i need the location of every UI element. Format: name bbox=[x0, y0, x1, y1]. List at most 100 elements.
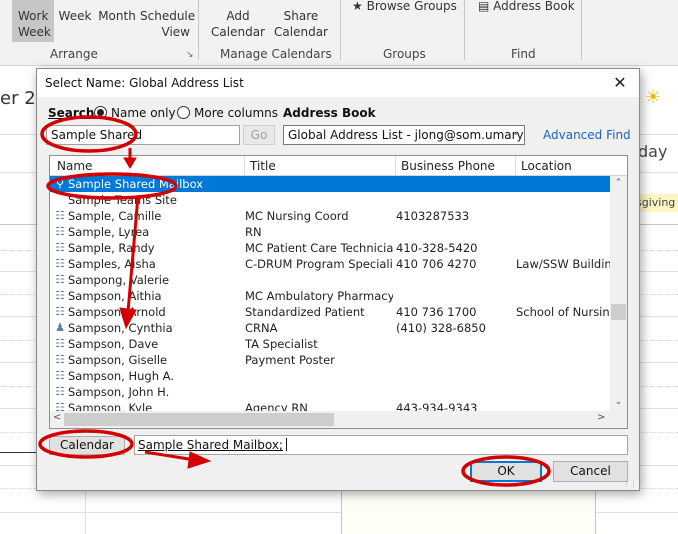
contact-group-icon: ☷ bbox=[55, 369, 65, 382]
cell-phone: (410) 328-6850 bbox=[396, 321, 486, 335]
list-item[interactable]: ☷ Sample, Randy MC Patient Care Technician… bbox=[50, 240, 610, 256]
radio-more-columns-label[interactable]: More columns bbox=[194, 106, 278, 120]
recipient-input[interactable]: Sample Shared Mailbox; bbox=[134, 435, 628, 455]
group-label-find: Find bbox=[511, 47, 536, 61]
go-button[interactable]: Go bbox=[243, 125, 275, 145]
scroll-up-icon[interactable]: ⌃ bbox=[610, 178, 627, 192]
column-header-location[interactable]: Location bbox=[521, 159, 572, 173]
week-label: Week bbox=[58, 9, 92, 23]
contact-group-icon: ☷ bbox=[55, 305, 65, 318]
add-calendar-button[interactable]: Add Calendar bbox=[206, 8, 270, 40]
address-book-select-value: Global Address List - jlong@som.umarylan bbox=[288, 128, 525, 142]
column-separator[interactable] bbox=[395, 156, 396, 175]
list-item[interactable]: ☷ Sampson, Arnold Standardized Patient 410 … bbox=[50, 304, 611, 320]
scroll-down-icon[interactable]: ⌄ bbox=[610, 397, 627, 411]
list-item[interactable]: ☷ Sampson, Hugh A. bbox=[50, 368, 610, 384]
cell-phone: 410-328-5420 bbox=[396, 241, 478, 255]
cell-name: Sampson, Hugh A. bbox=[68, 369, 174, 383]
list-item[interactable]: ☷ Sampson, Dave TA Specialist bbox=[50, 336, 610, 352]
list-item[interactable]: ☷ Sampong, Valerie bbox=[50, 272, 610, 288]
list-item[interactable]: ☷ Sample, Lyrea RN bbox=[50, 224, 610, 240]
cell-title: MC Nursing Coord bbox=[245, 209, 349, 223]
contact-group-icon: ☷ bbox=[55, 257, 65, 270]
cell-phone: 410 706 4270 bbox=[396, 257, 477, 271]
ok-button[interactable]: OK bbox=[470, 461, 542, 482]
vertical-scrollbar[interactable]: ⌃ ⌄ bbox=[610, 176, 627, 413]
list-item[interactable]: ☷ Sampson, John H. bbox=[50, 384, 610, 400]
radio-more-columns[interactable] bbox=[177, 106, 190, 119]
scroll-left-icon[interactable]: < bbox=[53, 412, 61, 423]
cell-name: Samples, Aisha bbox=[68, 257, 156, 271]
list-item[interactable]: ♟ Sampson, Cynthia CRNA (410) 328-6850 bbox=[50, 320, 610, 336]
address-list: Name Title Business Phone Location ⚲ Samp… bbox=[49, 155, 628, 429]
column-separator[interactable] bbox=[515, 156, 516, 175]
week-button[interactable]: Week bbox=[58, 8, 92, 24]
dialog-launcher-icon[interactable]: ↘ bbox=[186, 50, 194, 60]
ribbon-separator bbox=[340, 0, 341, 60]
list-header: Name Title Business Phone Location bbox=[50, 156, 627, 176]
contact-group-icon: ☷ bbox=[55, 337, 65, 350]
group-label-manage-calendars: Manage Calendars bbox=[220, 47, 332, 61]
list-item[interactable]: ☷ Sample, Camille MC Nursing Coord 41032875… bbox=[50, 208, 610, 224]
list-item[interactable]: ☷ Samples, Aisha C-DRUM Program Specialist… bbox=[50, 256, 611, 272]
cell-location: School of Nursing bbox=[516, 305, 611, 319]
list-item[interactable]: ☷ Sampson, Aithia MC Ambulatory Pharmacy .… bbox=[50, 288, 610, 304]
cell-title: RN bbox=[245, 225, 262, 239]
work-week-label: Work Week bbox=[18, 9, 51, 39]
sun-icon: ☀ bbox=[645, 87, 662, 108]
recipient-token: Sample Shared Mailbox; bbox=[138, 438, 283, 452]
vertical-scroll-thumb[interactable] bbox=[611, 304, 626, 320]
search-input[interactable]: Sample Shared bbox=[46, 125, 240, 145]
cell-title: Standardized Patient bbox=[245, 305, 365, 319]
list-item[interactable]: ☷ Sampson, Giselle Payment Poster bbox=[50, 352, 610, 368]
address-book-label: Address Book bbox=[493, 0, 575, 13]
close-icon[interactable]: ✕ bbox=[609, 72, 631, 94]
advanced-find-link[interactable]: Advanced Find bbox=[543, 128, 631, 142]
work-week-button[interactable]: Work Week bbox=[12, 0, 54, 42]
address-book-icon: ▤ bbox=[478, 0, 490, 13]
add-calendar-label: Add Calendar bbox=[211, 9, 265, 39]
cell-title: Payment Poster bbox=[245, 353, 335, 367]
calendar-day-heading: day bbox=[638, 142, 668, 161]
dialog-title: Select Name: Global Address List bbox=[45, 76, 244, 90]
share-calendar-button[interactable]: Share Calendar bbox=[270, 8, 332, 40]
list-item[interactable]: ⚲ Sample Shared Mailbox bbox=[50, 176, 610, 192]
contact-group-icon: ☷ bbox=[55, 289, 65, 302]
dialog-titlebar: Select Name: Global Address List ✕ bbox=[37, 69, 639, 97]
column-header-business-phone[interactable]: Business Phone bbox=[401, 159, 495, 173]
schedule-view-button[interactable]: Schedule View bbox=[140, 8, 195, 40]
column-header-title[interactable]: Title bbox=[250, 159, 276, 173]
column-header-name[interactable]: Name bbox=[57, 159, 92, 173]
cell-name: Sample Teams Site bbox=[68, 193, 177, 207]
text-caret bbox=[285, 438, 287, 451]
share-calendar-label: Share Calendar bbox=[274, 9, 328, 39]
month-button[interactable]: Month bbox=[98, 8, 136, 24]
contact-group-icon: ☷ bbox=[55, 241, 65, 254]
cell-title: MC Ambulatory Pharmacy ... bbox=[245, 289, 393, 303]
address-book-label: Address Book bbox=[283, 106, 376, 120]
address-book-button[interactable]: ▤ Address Book bbox=[478, 0, 575, 14]
browse-groups-label: Browse Groups bbox=[366, 0, 457, 13]
column-separator[interactable] bbox=[244, 156, 245, 175]
scroll-right-icon[interactable]: > bbox=[597, 412, 605, 423]
horizontal-scroll-thumb[interactable] bbox=[64, 413, 334, 426]
cell-title: CRNA bbox=[245, 321, 278, 335]
cancel-button[interactable]: Cancel bbox=[553, 461, 628, 482]
cell-name: Sample, Lyrea bbox=[68, 225, 150, 239]
horizontal-scrollbar[interactable]: < > bbox=[50, 411, 627, 428]
resize-grip-icon[interactable]: ⋮⋮ bbox=[623, 480, 637, 488]
today-line bbox=[595, 491, 596, 534]
search-icon: ⚲ bbox=[55, 177, 65, 190]
calendar-button[interactable]: Calendar bbox=[49, 436, 125, 455]
radio-name-only-label[interactable]: Name only bbox=[111, 106, 176, 120]
cell-name: Sampson, Giselle bbox=[68, 353, 168, 367]
cell-title: C-DRUM Program Specialist bbox=[245, 257, 393, 271]
browse-groups-button[interactable]: ★ Browse Groups bbox=[352, 0, 457, 14]
cell-phone: 4103287533 bbox=[396, 209, 470, 223]
radio-name-only[interactable] bbox=[94, 106, 107, 119]
address-book-select[interactable]: Global Address List - jlong@som.umarylan… bbox=[283, 125, 525, 145]
holiday-event[interactable]: sgiving bbox=[636, 194, 678, 212]
ribbon: Work Week Week Month Schedule View ↘ Arr… bbox=[0, 0, 678, 66]
cell-name: Sampson, Arnold bbox=[68, 305, 166, 319]
list-item[interactable]: Sample Teams Site bbox=[50, 192, 610, 208]
